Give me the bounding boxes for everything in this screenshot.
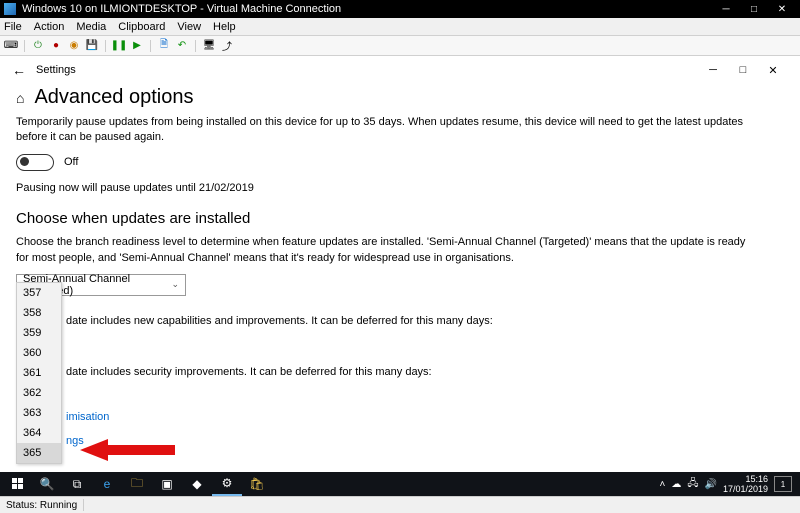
status-separator — [83, 499, 84, 511]
dropdown-item[interactable]: 361 — [17, 363, 61, 383]
taskbar-terminal-icon[interactable]: ▣ — [152, 472, 182, 496]
delivery-optimisation-link[interactable]: imisation — [16, 411, 784, 423]
vm-menu-action[interactable]: Action — [34, 21, 65, 33]
toolbar-separator — [195, 40, 196, 52]
start-button[interactable] — [4, 472, 32, 496]
taskbar-app-icon[interactable]: ◆ — [182, 472, 212, 496]
vm-maximize-button[interactable]: □ — [740, 0, 768, 18]
search-icon[interactable]: 🔍 — [32, 472, 62, 496]
turnoff-icon[interactable]: ● — [49, 39, 63, 53]
chevron-down-icon: ⌄ — [171, 279, 179, 290]
pause-icon[interactable]: ❚❚ — [112, 39, 126, 53]
vm-close-button[interactable]: ✕ — [768, 0, 796, 18]
vm-titlebar: Windows 10 on ILMIONTDESKTOP - Virtual M… — [0, 0, 800, 18]
choose-updates-heading: Choose when updates are installed — [16, 210, 784, 227]
pause-toggle-label: Off — [64, 156, 78, 168]
tray-clock[interactable]: 15:16 17/01/2019 — [723, 474, 768, 494]
annotation-arrow-icon — [80, 438, 180, 468]
settings-window: ← Settings ─ □ ✕ ⌂ Advanced options Temp… — [0, 56, 800, 476]
tray-up-icon[interactable]: ˄ — [660, 479, 666, 490]
back-button[interactable]: ← — [12, 62, 36, 78]
shutdown-icon[interactable]: ◉ — [67, 39, 81, 53]
home-icon[interactable]: ⌂ — [16, 90, 24, 106]
vm-menu-view[interactable]: View — [177, 21, 201, 33]
quality-update-text: date includes security improvements. It … — [16, 365, 746, 380]
reset-icon[interactable]: ▶ — [130, 39, 144, 53]
system-tray: ˄ ☁ 🖧 🔊 15:16 17/01/2019 1 — [660, 474, 797, 494]
settings-titlebar: ← Settings ─ □ ✕ — [0, 56, 800, 84]
taskbar-edge-icon[interactable]: e — [92, 472, 122, 496]
vm-window-title: Windows 10 on ILMIONTDESKTOP - Virtual M… — [22, 3, 712, 15]
toolbar-separator — [24, 40, 25, 52]
checkpoint-icon[interactable]: 🗎 — [157, 39, 171, 53]
save-icon[interactable]: 💾 — [85, 39, 99, 53]
enhanced-session-icon[interactable]: 🖥 — [202, 39, 216, 53]
vm-minimize-button[interactable]: ─ — [712, 0, 740, 18]
settings-close-button[interactable]: ✕ — [758, 56, 788, 84]
vm-status-text: Status: Running — [6, 500, 77, 511]
page-title: Advanced options — [34, 86, 193, 109]
settings-minimize-button[interactable]: ─ — [698, 56, 728, 84]
dropdown-item[interactable]: 363 — [17, 403, 61, 423]
dropdown-item[interactable]: 359 — [17, 323, 61, 343]
dropdown-item[interactable]: 358 — [17, 303, 61, 323]
tray-onedrive-icon[interactable]: ☁ — [671, 479, 681, 490]
dropdown-item[interactable]: 357 — [17, 283, 61, 303]
vm-menubar: File Action Media Clipboard View Help — [0, 18, 800, 36]
ctrl-alt-del-icon[interactable]: ⌨ — [4, 39, 18, 53]
defer-days-dropdown[interactable]: 357358359360361362363364365 — [16, 282, 62, 464]
start-icon[interactable]: ⏻ — [31, 39, 45, 53]
share-icon[interactable]: ⤴ — [220, 39, 234, 53]
windows-taskbar: 🔍 ⧉ e 🗀 ▣ ◆ ⚙ 🛍 ˄ ☁ 🖧 🔊 15:16 17/01/2019… — [0, 472, 800, 496]
tray-time-text: 15:16 — [723, 474, 768, 484]
toolbar-separator — [150, 40, 151, 52]
vm-menu-clipboard[interactable]: Clipboard — [118, 21, 165, 33]
vm-app-icon — [4, 3, 16, 15]
vm-status-bar: Status: Running — [0, 496, 800, 513]
vm-menu-file[interactable]: File — [4, 21, 22, 33]
settings-body: ⌂ Advanced options Temporarily pause upd… — [0, 86, 800, 457]
settings-maximize-button[interactable]: □ — [728, 56, 758, 84]
taskbar-store-icon[interactable]: 🛍 — [242, 472, 272, 496]
vm-menu-media[interactable]: Media — [76, 21, 106, 33]
tray-date-text: 17/01/2019 — [723, 484, 768, 494]
pause-description: Temporarily pause updates from being ins… — [16, 115, 746, 146]
vm-menu-help[interactable]: Help — [213, 21, 236, 33]
dropdown-item[interactable]: 364 — [17, 423, 61, 443]
feature-update-text: date includes new capabilities and impro… — [16, 314, 746, 329]
task-view-icon[interactable]: ⧉ — [62, 472, 92, 496]
settings-app-label: Settings — [36, 64, 698, 76]
toolbar-separator — [105, 40, 106, 52]
dropdown-item[interactable]: 362 — [17, 383, 61, 403]
revert-icon[interactable]: ↶ — [175, 39, 189, 53]
tray-volume-icon[interactable]: 🔊 — [705, 479, 717, 490]
taskbar-explorer-icon[interactable]: 🗀 — [122, 472, 152, 496]
branch-readiness-text: Choose the branch readiness level to det… — [16, 235, 746, 266]
taskbar-settings-icon[interactable]: ⚙ — [212, 472, 242, 496]
vm-toolbar: ⌨ ⏻ ● ◉ 💾 ❚❚ ▶ 🗎 ↶ 🖥 ⤴ — [0, 36, 800, 56]
pause-toggle[interactable] — [16, 154, 54, 171]
notif-count: 1 — [781, 480, 785, 489]
pause-until-text: Pausing now will pause updates until 21/… — [16, 181, 746, 196]
dropdown-item[interactable]: 360 — [17, 343, 61, 363]
tray-network-icon[interactable]: 🖧 — [687, 476, 698, 493]
notification-center-icon[interactable]: 1 — [774, 476, 792, 492]
dropdown-item[interactable]: 365 — [17, 443, 61, 463]
